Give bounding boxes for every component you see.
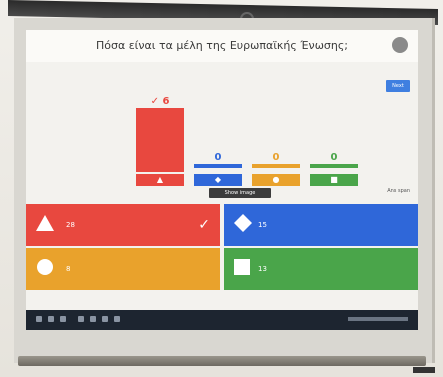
bar-base-circle: ● xyxy=(252,174,300,186)
show-image-button[interactable]: Show image xyxy=(209,188,271,198)
side-label: Ans span xyxy=(387,188,410,194)
answer-text: 15 xyxy=(258,221,267,229)
triangle-icon xyxy=(36,215,54,235)
circle-icon xyxy=(36,258,54,280)
answer-text: 28 xyxy=(66,221,75,229)
bar-fill-diamond xyxy=(194,164,242,168)
square-icon: ■ xyxy=(330,175,338,184)
answer-diamond[interactable]: 15 xyxy=(224,204,418,246)
projected-kahoot-app: Πόσα είναι τα μέλη της Ευρωπαϊκής Ένωσης… xyxy=(26,30,418,330)
bar-base-diamond: ◆ xyxy=(194,174,242,186)
square-icon xyxy=(234,259,250,279)
answer-circle[interactable]: 8 xyxy=(26,248,220,290)
circle-icon: ● xyxy=(272,175,280,184)
bar-count-diamond: 0 xyxy=(214,152,222,163)
screen-bottom-bar xyxy=(18,356,426,366)
taskbar xyxy=(26,310,418,330)
checkmark-icon: ✓ xyxy=(198,217,210,233)
search-icon[interactable] xyxy=(48,316,54,322)
checkmark-icon: ✓ xyxy=(150,96,159,107)
bar-square: 0 ■ xyxy=(310,152,358,186)
bar-fill-square xyxy=(310,164,358,168)
app-icon-2[interactable] xyxy=(90,316,96,322)
bar-count-circle: 0 xyxy=(272,152,280,163)
results-bars: ✓ 6 ▲ 0 ◆ 0 ● 0 ■ xyxy=(26,30,418,230)
bar-circle: 0 ● xyxy=(252,152,300,186)
diamond-icon xyxy=(234,214,252,236)
system-tray xyxy=(348,317,408,321)
start-icon[interactable] xyxy=(36,316,42,322)
app-icon-4[interactable] xyxy=(114,316,120,322)
answer-square[interactable]: 13 xyxy=(224,248,418,290)
answer-triangle[interactable]: 28 ✓ xyxy=(26,204,220,246)
triangle-icon: ▲ xyxy=(156,175,164,184)
diamond-icon: ◆ xyxy=(214,175,222,184)
app-icon-3[interactable] xyxy=(102,316,108,322)
bar-base-triangle: ▲ xyxy=(136,174,184,186)
answer-text: 8 xyxy=(66,265,71,273)
app-icon-1[interactable] xyxy=(78,316,84,322)
bar-fill-circle xyxy=(252,164,300,168)
taskview-icon[interactable] xyxy=(60,316,66,322)
bar-base-square: ■ xyxy=(310,174,358,186)
bar-count-triangle: ✓ 6 xyxy=(150,96,170,107)
brand-label xyxy=(413,367,435,373)
answer-text: 13 xyxy=(258,265,267,273)
bar-triangle: ✓ 6 ▲ xyxy=(136,96,184,186)
bar-fill-triangle xyxy=(136,108,184,172)
bar-count-square: 0 xyxy=(330,152,338,163)
bar-diamond: 0 ◆ xyxy=(194,152,242,186)
